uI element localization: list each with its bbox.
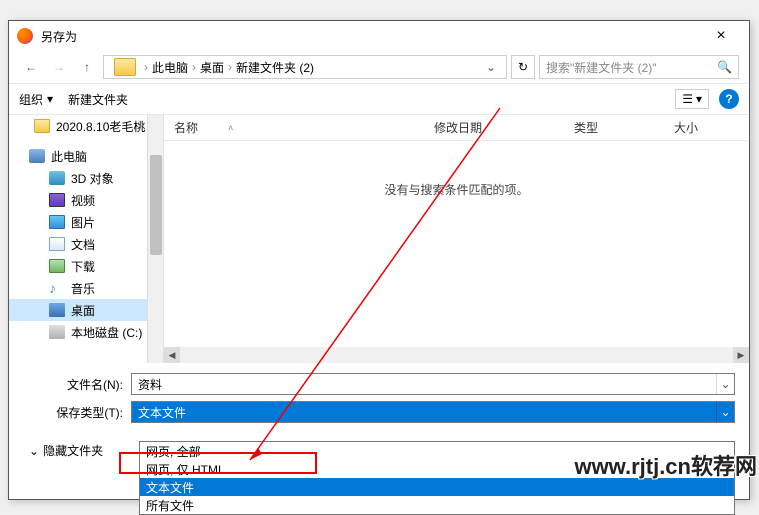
- horizontal-scrollbar[interactable]: ◀ ▶: [164, 347, 749, 363]
- window-title: 另存为: [41, 28, 701, 45]
- search-placeholder: 搜索"新建文件夹 (2)": [546, 59, 657, 76]
- tree-item[interactable]: 3D 对象: [9, 167, 163, 189]
- breadcrumb-segment[interactable]: 桌面: [200, 59, 224, 76]
- dialog-body: 2020.8.10老毛桃 此电脑 3D 对象视频图片文档下载 ♪ 音乐桌面本地磁盘 …: [9, 115, 749, 363]
- filetype-option[interactable]: 所有文件: [140, 496, 734, 514]
- col-type[interactable]: 类型: [564, 119, 664, 136]
- music-icon: ♪: [49, 281, 65, 295]
- tree-item-label: 下载: [71, 258, 95, 275]
- tree-item[interactable]: 桌面: [9, 299, 163, 321]
- hide-folders-toggle[interactable]: ⌄ 隐藏文件夹: [29, 442, 103, 459]
- bottom-panel: 文件名(N): 资料 ⌄ 保存类型(T): 文本文件 ⌄: [9, 363, 749, 435]
- breadcrumb[interactable]: › 此电脑 › 桌面 › 新建文件夹 (2) ⌄: [103, 55, 507, 79]
- empty-message: 没有与搜索条件匹配的项。: [164, 181, 749, 198]
- col-name[interactable]: 名称 ˄: [164, 119, 424, 136]
- breadcrumb-segment[interactable]: 此电脑: [152, 59, 188, 76]
- tree-item-label: 视频: [71, 192, 95, 209]
- tree-item[interactable]: 图片: [9, 211, 163, 233]
- folder-icon: [114, 58, 136, 76]
- image-icon: [49, 215, 65, 229]
- download-icon: [49, 259, 65, 273]
- chevron-right-icon: ›: [192, 60, 196, 74]
- chevron-right-icon: ›: [228, 60, 232, 74]
- tree-item[interactable]: 文档: [9, 233, 163, 255]
- tree-item[interactable]: 下载: [9, 255, 163, 277]
- nav-tree: 2020.8.10老毛桃 此电脑 3D 对象视频图片文档下载 ♪ 音乐桌面本地磁盘 …: [9, 115, 164, 363]
- filetype-select[interactable]: 文本文件 ⌄: [131, 401, 735, 423]
- search-icon: 🔍: [717, 60, 732, 74]
- scroll-left-icon[interactable]: ◀: [164, 347, 180, 363]
- forward-button: →: [47, 55, 71, 79]
- chevron-down-icon: ▾: [47, 92, 53, 106]
- video-icon: [49, 193, 65, 207]
- view-icon: ☰: [682, 92, 693, 106]
- column-headers: 名称 ˄ 修改日期 类型 大小: [164, 115, 749, 141]
- firefox-icon: [17, 28, 33, 44]
- desktop-icon: [49, 303, 65, 317]
- toolbar: 组织 ▾ 新建文件夹 ☰ ▾ ?: [9, 83, 749, 115]
- chevron-right-icon: ›: [144, 60, 148, 74]
- 3d-icon: [49, 171, 65, 185]
- chevron-down-icon: ▾: [696, 92, 702, 106]
- disk-icon: [49, 325, 65, 339]
- filetype-dropdown-icon[interactable]: ⌄: [716, 402, 734, 422]
- tree-item[interactable]: ♪ 音乐: [9, 277, 163, 299]
- tree-item-label: 文档: [71, 236, 95, 253]
- col-modified[interactable]: 修改日期: [424, 119, 564, 136]
- doc-icon: [49, 237, 65, 251]
- file-list: 名称 ˄ 修改日期 类型 大小 没有与搜索条件匹配的项。 ◀ ▶: [164, 115, 749, 363]
- save-as-dialog: 另存为 × ← → ↑ › 此电脑 › 桌面 › 新建文件夹 (2) ⌄ ↻ 搜…: [8, 20, 750, 500]
- tree-item-pc[interactable]: 此电脑: [9, 145, 163, 167]
- back-button[interactable]: ←: [19, 55, 43, 79]
- filename-label: 文件名(N):: [23, 376, 131, 393]
- sort-indicator-icon: ˄: [228, 123, 233, 133]
- pc-icon: [29, 149, 45, 163]
- search-input[interactable]: 搜索"新建文件夹 (2)" 🔍: [539, 55, 739, 79]
- tree-item-label: 图片: [71, 214, 95, 231]
- titlebar: 另存为 ×: [9, 21, 749, 51]
- folder-icon: [34, 119, 50, 133]
- new-folder-button[interactable]: 新建文件夹: [68, 91, 128, 108]
- help-button[interactable]: ?: [719, 89, 739, 109]
- breadcrumb-segment[interactable]: 新建文件夹 (2): [236, 59, 314, 76]
- filename-dropdown-icon[interactable]: ⌄: [716, 374, 734, 394]
- scroll-right-icon[interactable]: ▶: [733, 347, 749, 363]
- tree-item[interactable]: 本地磁盘 (C:): [9, 321, 163, 343]
- col-size[interactable]: 大小: [664, 119, 734, 136]
- view-options-button[interactable]: ☰ ▾: [675, 89, 709, 109]
- tree-item[interactable]: 视频: [9, 189, 163, 211]
- watermark: www.rjtj.cn软荐网: [574, 449, 757, 481]
- filename-input[interactable]: 资料 ⌄: [131, 373, 735, 395]
- organize-button[interactable]: 组织 ▾: [19, 91, 53, 108]
- path-dropdown-icon[interactable]: ⌄: [482, 60, 500, 74]
- filetype-row: 保存类型(T): 文本文件 ⌄: [23, 401, 735, 423]
- filename-row: 文件名(N): 资料 ⌄: [23, 373, 735, 395]
- tree-item-label: 桌面: [71, 302, 95, 319]
- tree-item-label: 本地磁盘 (C:): [71, 324, 142, 341]
- up-button[interactable]: ↑: [75, 55, 99, 79]
- tree-item-folder[interactable]: 2020.8.10老毛桃: [9, 115, 163, 137]
- tree-item-label: 3D 对象: [71, 170, 114, 187]
- refresh-button[interactable]: ↻: [511, 55, 535, 79]
- nav-row: ← → ↑ › 此电脑 › 桌面 › 新建文件夹 (2) ⌄ ↻ 搜索"新建文件…: [9, 51, 749, 83]
- tree-scrollbar[interactable]: [147, 115, 163, 363]
- filetype-label: 保存类型(T):: [23, 404, 131, 421]
- close-button[interactable]: ×: [701, 27, 741, 45]
- chevron-down-icon: ⌄: [29, 444, 39, 458]
- tree-item-label: 音乐: [71, 280, 95, 297]
- scrollbar-thumb[interactable]: [150, 155, 162, 255]
